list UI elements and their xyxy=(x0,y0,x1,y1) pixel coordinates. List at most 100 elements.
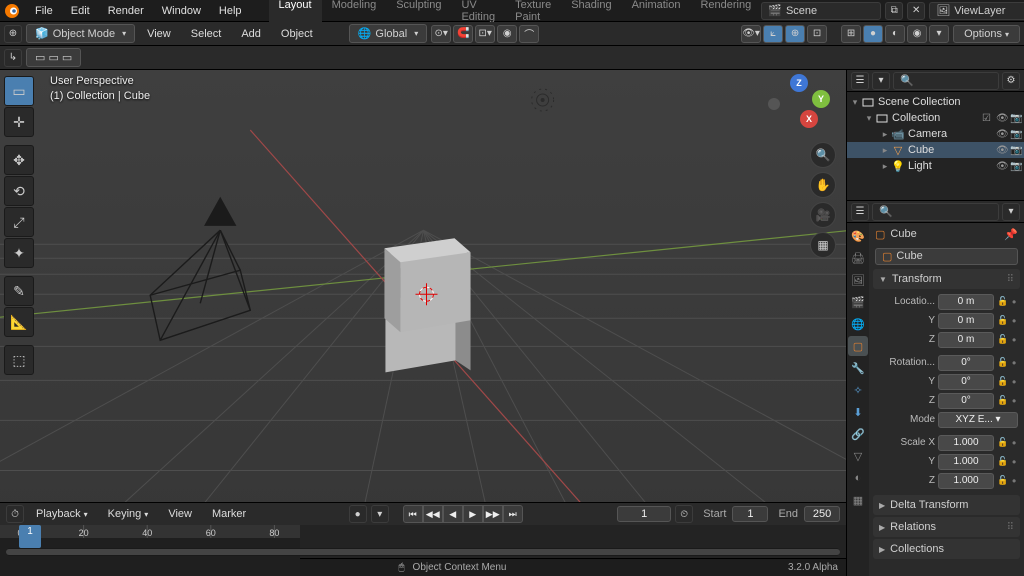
xray-toggle-icon[interactable]: ⊡ xyxy=(807,25,827,43)
object-props-tab-icon[interactable]: ▢ xyxy=(848,336,868,356)
axis-gizmo[interactable]: Z Y X xyxy=(768,76,828,136)
next-keyframe-icon[interactable]: ▶▶ xyxy=(483,505,503,523)
frame-lock-icon[interactable]: ⏲ xyxy=(675,505,693,523)
render-icon[interactable]: 📷 xyxy=(1010,113,1024,124)
texture-props-tab-icon[interactable]: ▦ xyxy=(848,490,868,510)
visibility-icon[interactable]: 👁 xyxy=(996,145,1010,156)
material-shading-icon[interactable]: ◐ xyxy=(885,25,905,43)
add-menu[interactable]: Add xyxy=(233,26,269,42)
prop-value[interactable]: 0° xyxy=(938,355,994,371)
delta-transform-panel-header[interactable]: ▶Delta Transform xyxy=(873,495,1020,515)
proportional-falloff-icon[interactable]: ⌒ xyxy=(519,25,539,43)
exclude-checkbox[interactable]: ☑ xyxy=(982,113,996,124)
output-props-tab-icon[interactable]: 🖨 xyxy=(848,248,868,268)
mesh-props-tab-icon[interactable]: ▽ xyxy=(848,446,868,466)
current-frame-field[interactable]: 1 xyxy=(617,506,671,522)
zoom-icon[interactable]: 🔍 xyxy=(810,142,836,168)
viewlayer-props-tab-icon[interactable]: 🖼 xyxy=(848,270,868,290)
new-scene-button[interactable]: ⧉ xyxy=(885,2,903,20)
select-menu[interactable]: Select xyxy=(183,26,230,42)
transform-tool-icon[interactable]: ✦ xyxy=(4,238,34,268)
lock-icon[interactable]: 🔓 xyxy=(997,473,1009,489)
gizmo-toggle-icon[interactable]: ⟀ xyxy=(763,25,783,43)
properties-editor-icon[interactable]: ☰ xyxy=(851,203,869,221)
constraint-props-tab-icon[interactable]: 🔗 xyxy=(848,424,868,444)
collections-panel-header[interactable]: ▶Collections xyxy=(873,539,1020,559)
camera-view-icon[interactable]: 🎥 xyxy=(810,202,836,228)
disclosure-icon[interactable]: ▸ xyxy=(879,161,891,172)
rotation-mode-dropdown[interactable]: XYZ E... ▾ xyxy=(938,412,1018,428)
disclosure-icon[interactable]: ▾ xyxy=(849,97,861,108)
move-tool-icon[interactable]: ✥ xyxy=(4,145,34,175)
marker-menu[interactable]: Marker xyxy=(204,506,254,522)
editor-type-icon[interactable]: ⊕ xyxy=(4,25,22,43)
outliner-row-cube[interactable]: ▸▽Cube👁📷 xyxy=(847,142,1024,158)
lock-icon[interactable]: 🔓 xyxy=(997,332,1009,348)
prop-value[interactable]: 0 m xyxy=(938,332,994,348)
animate-icon[interactable]: • xyxy=(1012,395,1018,407)
animate-icon[interactable]: • xyxy=(1012,334,1018,346)
wireframe-shading-icon[interactable]: ⊞ xyxy=(841,25,861,43)
add-cube-tool-icon[interactable]: ⬚ xyxy=(4,345,34,375)
disclosure-icon[interactable]: ▾ xyxy=(863,113,875,124)
annotate-tool-icon[interactable]: ✎ xyxy=(4,276,34,306)
start-frame-field[interactable]: 1 xyxy=(732,506,768,522)
jump-start-icon[interactable]: ⏮ xyxy=(403,505,423,523)
outliner-row-scene-collection[interactable]: ▾Scene Collection xyxy=(847,94,1024,110)
menu-file[interactable]: File xyxy=(26,1,62,21)
axis-x-icon[interactable]: X xyxy=(800,110,818,128)
render-icon[interactable]: 📷 xyxy=(1010,145,1024,156)
select-box-tool[interactable]: ▭ ▭ ▭ xyxy=(26,48,81,67)
outliner-row-collection[interactable]: ▾Collection☑👁📷 xyxy=(847,110,1024,126)
timeline-editor-icon[interactable]: ⏱ xyxy=(6,505,24,523)
scale-tool-icon[interactable]: ⤢ xyxy=(4,207,34,237)
properties-search[interactable]: 🔍 xyxy=(872,203,999,221)
viewlayer-selector[interactable]: 🖼 ViewLayer xyxy=(929,2,1024,20)
prev-keyframe-icon[interactable]: ◀◀ xyxy=(423,505,443,523)
object-name-field[interactable]: ▢Cube xyxy=(875,248,1018,265)
autokey-options-icon[interactable]: ▾ xyxy=(371,505,389,523)
outliner-row-light[interactable]: ▸💡Light👁📷 xyxy=(847,158,1024,174)
properties-search-input[interactable] xyxy=(893,206,953,218)
view-menu[interactable]: View xyxy=(139,26,179,42)
lock-icon[interactable]: 🔓 xyxy=(997,435,1009,451)
outliner-search[interactable]: 🔍 xyxy=(893,72,999,90)
menu-window[interactable]: Window xyxy=(153,1,210,21)
3d-viewport[interactable]: ▭ ✛ ✥ ⟲ ⤢ ✦ ✎ 📐 ⬚ User Perspective (1) C… xyxy=(0,70,846,502)
timeline-view-menu[interactable]: View xyxy=(160,506,200,522)
outliner[interactable]: ▾Scene Collection ▾Collection☑👁📷▸📹Camera… xyxy=(847,92,1024,200)
end-frame-field[interactable]: 250 xyxy=(804,506,840,522)
menu-edit[interactable]: Edit xyxy=(62,1,99,21)
overlay-toggle-icon[interactable]: ⊕ xyxy=(785,25,805,43)
visibility-icon[interactable]: 👁 xyxy=(996,129,1010,140)
pan-icon[interactable]: ✋ xyxy=(810,172,836,198)
snap-toggle-icon[interactable]: 🧲 xyxy=(453,25,473,43)
particle-props-tab-icon[interactable]: ✧ xyxy=(848,380,868,400)
render-icon[interactable]: 📷 xyxy=(1010,129,1024,140)
lock-icon[interactable]: 🔓 xyxy=(997,374,1009,390)
prop-value[interactable]: 1.000 xyxy=(938,473,994,489)
breadcrumb-object[interactable]: Cube xyxy=(890,228,916,240)
scene-props-tab-icon[interactable]: 🎬 xyxy=(848,292,868,312)
play-reverse-icon[interactable]: ◀ xyxy=(443,505,463,523)
shading-options-icon[interactable]: ▾ xyxy=(929,25,949,43)
visibility-icon[interactable]: 👁 xyxy=(996,161,1010,172)
rotate-tool-icon[interactable]: ⟲ xyxy=(4,176,34,206)
prop-value[interactable]: 1.000 xyxy=(938,454,994,470)
mode-dropdown[interactable]: 🧊Object Mode xyxy=(26,24,135,43)
axis-y-icon[interactable]: Y xyxy=(812,90,830,108)
visibility-icon[interactable]: 👁▾ xyxy=(741,25,761,43)
playback-menu[interactable]: Playback xyxy=(28,506,96,522)
disclosure-icon[interactable]: ▸ xyxy=(879,145,891,156)
prop-value[interactable]: 1.000 xyxy=(938,435,994,451)
pin-icon[interactable]: 📌 xyxy=(1004,228,1018,241)
perspective-toggle-icon[interactable]: ▦ xyxy=(810,232,836,258)
outliner-row-camera[interactable]: ▸📹Camera👁📷 xyxy=(847,126,1024,142)
outliner-display-icon[interactable]: ▾ xyxy=(872,72,890,90)
relations-panel-header[interactable]: ▶Relations⠿ xyxy=(873,517,1020,537)
world-props-tab-icon[interactable]: 🌐 xyxy=(848,314,868,334)
play-icon[interactable]: ▶ xyxy=(463,505,483,523)
lock-icon[interactable]: 🔓 xyxy=(997,393,1009,409)
scene-selector[interactable]: 🎬 Scene xyxy=(761,2,881,20)
jump-end-icon[interactable]: ⏭ xyxy=(503,505,523,523)
